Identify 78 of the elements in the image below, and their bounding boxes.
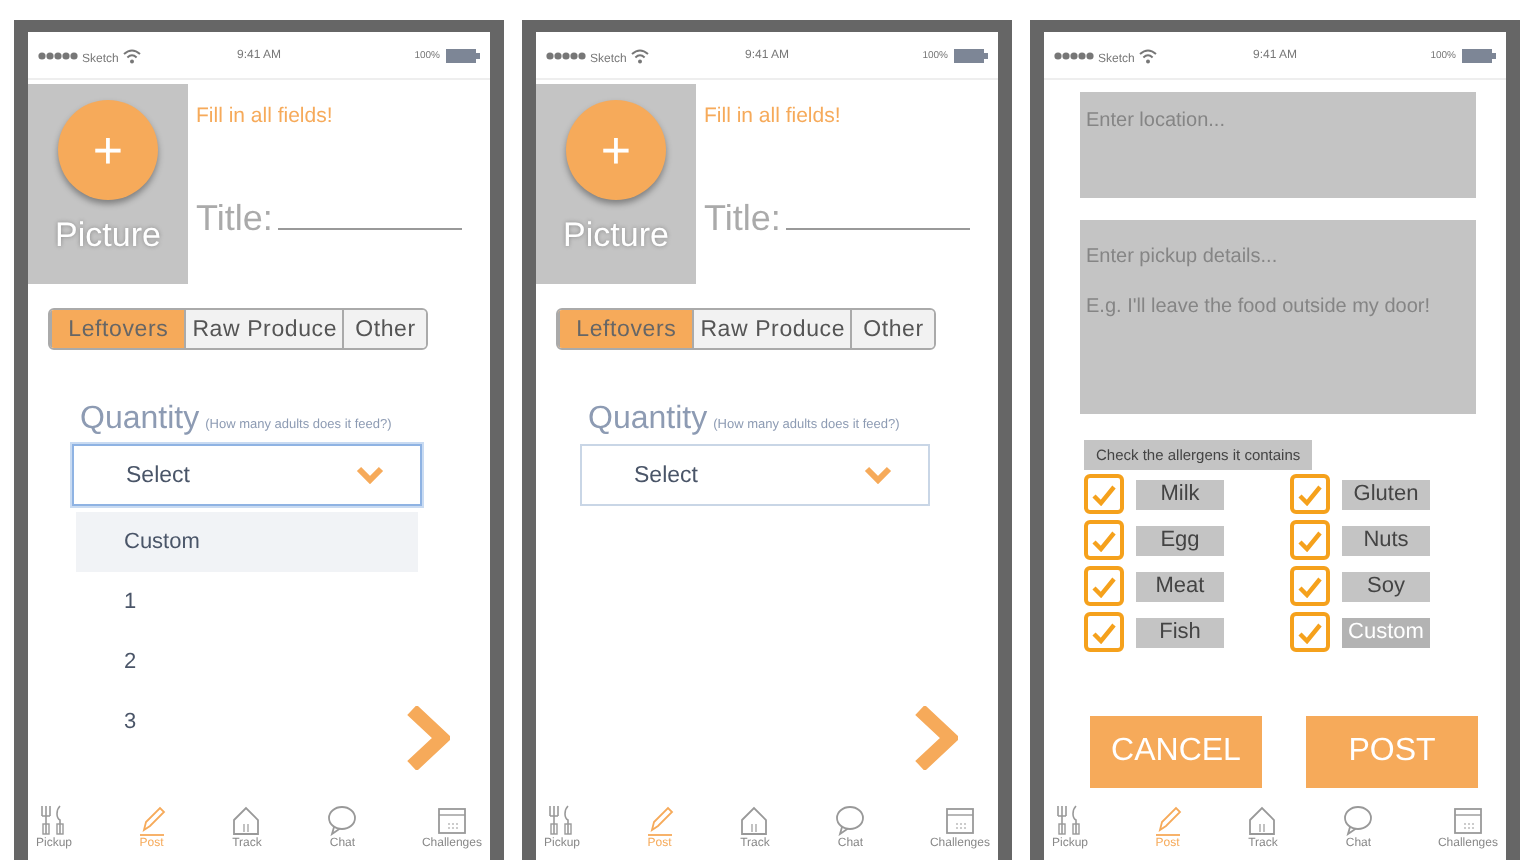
category-tab[interactable]: Raw Produce [692,310,851,348]
add-picture-button[interactable]: + [566,100,666,200]
allergen-label: Gluten [1342,479,1430,509]
dropdown-option[interactable]: 3 [76,692,418,752]
location-field[interactable]: Enter location... [1080,92,1476,198]
quantity-label: Quantity [588,402,708,438]
allergen-label: Fish [1136,617,1224,647]
allergen-label: Meat [1136,571,1224,601]
battery-icon [954,47,988,63]
dropdown-option[interactable]: 1 [76,572,418,632]
checkmark-icon [1092,621,1116,643]
speech-bubble-icon [1342,804,1375,836]
speech-bubble-icon [326,804,359,836]
category-tab[interactable]: Leftovers [558,310,693,348]
checkmark-icon [1298,575,1322,597]
checkmark-icon [1092,529,1116,551]
checkmark-icon [1092,575,1116,597]
calendar-icon [943,804,976,836]
checkbox[interactable] [1084,474,1124,514]
quantity-select[interactable]: Select [580,444,930,506]
title-label: Title: [196,198,273,240]
category-tab[interactable]: Other [850,310,934,348]
cancel-button[interactable]: CANCEL [1090,716,1262,788]
wifi-icon [630,47,651,63]
chevron-down-icon [864,466,892,484]
checkbox[interactable] [1084,566,1124,606]
add-picture-button[interactable]: + [58,100,158,200]
calendar-icon [435,804,468,836]
category-tab[interactable]: Other [342,310,426,348]
checkbox[interactable] [1084,612,1124,652]
pencil-icon [135,804,168,836]
pencil-icon [643,804,676,836]
checkbox[interactable] [1084,520,1124,560]
dropdown-option[interactable]: Custom [76,512,418,572]
post-button[interactable]: POST [1306,716,1478,788]
quantity-select[interactable]: Select [72,444,422,506]
quantity-label: Quantity [80,402,200,438]
picture-label: Picture [563,216,669,256]
pickup-details-field[interactable]: Enter pickup details... E.g. I'll leave the food outside my door! [1080,220,1476,414]
category-tab[interactable]: Leftovers [50,310,185,348]
fork-knife-icon [38,804,70,836]
checkbox[interactable] [1290,612,1330,652]
signal-dots-icon [38,49,78,61]
checkmark-icon [1092,483,1116,505]
picture-label: Picture [55,216,161,256]
wifi-icon [1138,47,1159,63]
allergen-label: Milk [1136,479,1224,509]
signal-dots-icon [546,49,586,61]
house-icon [1246,804,1279,836]
wifi-icon [122,47,143,63]
fork-knife-icon [546,804,578,836]
calendar-icon [1451,804,1484,836]
checkmark-icon [1298,483,1322,505]
custom-allergen-field[interactable]: Custom [1342,617,1430,647]
battery-icon [446,47,480,63]
house-icon [230,804,263,836]
chevron-right-icon [406,706,450,770]
pencil-icon [1151,804,1184,836]
signal-dots-icon [1054,49,1094,61]
allergen-label: Soy [1342,571,1430,601]
chevron-right-icon [914,706,958,770]
checkmark-icon [1298,529,1322,551]
checkbox[interactable] [1290,566,1330,606]
house-icon [738,804,771,836]
fork-knife-icon [1054,804,1086,836]
checkbox[interactable] [1290,474,1330,514]
chevron-down-icon [356,466,384,484]
speech-bubble-icon [834,804,867,836]
warning-message: Fill in all fields! [196,104,335,128]
warning-message: Fill in all fields! [704,104,843,128]
battery-icon [1462,47,1496,63]
dropdown-option[interactable]: 2 [76,632,418,692]
allergen-label: Egg [1136,525,1224,555]
title-label: Title: [704,198,781,240]
category-tab[interactable]: Raw Produce [184,310,343,348]
checkbox[interactable] [1290,520,1330,560]
checkmark-icon [1298,621,1322,643]
allergen-label: Nuts [1342,525,1430,555]
